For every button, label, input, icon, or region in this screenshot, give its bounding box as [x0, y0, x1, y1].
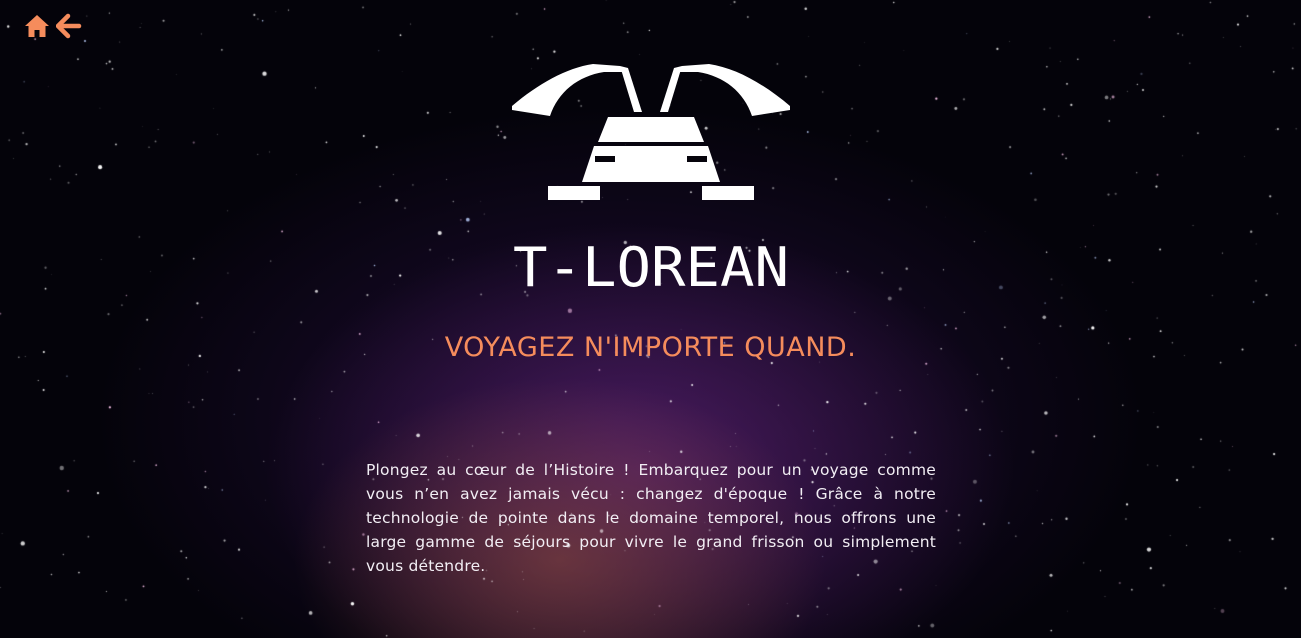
home-icon — [25, 15, 49, 37]
svg-text:T-LOREAN: T-LOREAN — [513, 236, 789, 296]
top-navigation — [24, 13, 82, 39]
arrow-left-icon — [55, 13, 82, 39]
hero-intro-text: Plongez au cœur de l’Histoire ! Embarque… — [366, 461, 936, 575]
brand-wordmark: T-LOREAN — [0, 236, 1301, 296]
hero-tagline: VOYAGEZ N'IMPORTE QUAND. — [444, 332, 857, 363]
home-button[interactable] — [24, 13, 50, 39]
delorean-car-icon — [512, 64, 790, 200]
brand-name: T-LOREAN — [513, 236, 789, 296]
back-button[interactable] — [55, 13, 82, 39]
